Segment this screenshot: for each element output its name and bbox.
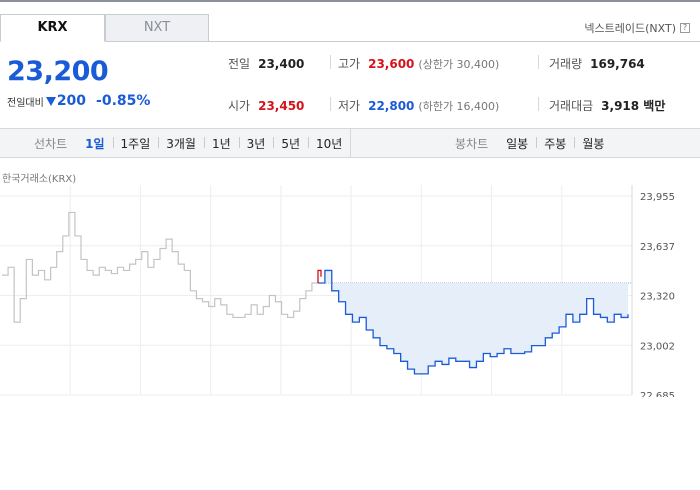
candle-chart-periods: 봉차트 일봉 주봉 월봉 bbox=[455, 129, 612, 157]
question-icon[interactable]: ? bbox=[680, 23, 690, 33]
y-tick-label: 22,685 bbox=[640, 391, 675, 397]
down-triangle-icon bbox=[45, 96, 56, 106]
candle-daily[interactable]: 일봉 bbox=[498, 135, 536, 152]
price-chart[interactable]: 23,955 23,637 23,320 23,002 22,685 bbox=[0, 185, 700, 397]
stat-value: 23,400 bbox=[258, 57, 305, 71]
stat-label: 거래량 bbox=[549, 57, 583, 71]
stat-low: 저가 22,800 (하한가 16,400) bbox=[338, 97, 499, 114]
period-3y[interactable]: 3년 bbox=[238, 135, 274, 152]
stat-high: 고가 23,600 (상한가 30,400) bbox=[338, 55, 499, 72]
chart-caption: 한국거래소(KRX) bbox=[2, 174, 77, 185]
line-chart-periods: 선차트 1일 1주일 3개월 1년 3년 5년 10년 bbox=[34, 129, 350, 157]
stat-sub: (상한가 30,400) bbox=[418, 58, 500, 71]
candle-monthly[interactable]: 월봉 bbox=[574, 135, 612, 152]
chart-period-bar: 선차트 1일 1주일 3개월 1년 3년 5년 10년 봉차트 일봉 주봉 월봉 bbox=[0, 128, 700, 158]
stat-value: 23,450 bbox=[258, 99, 305, 113]
market-tabs: KRX NXT bbox=[0, 14, 209, 42]
period-1w[interactable]: 1주일 bbox=[112, 135, 159, 152]
y-tick-label: 23,320 bbox=[640, 292, 675, 303]
stat-prev-close: 전일 23,400 bbox=[228, 55, 304, 72]
stat-open: 시가 23,450 bbox=[228, 97, 304, 114]
stat-label: 전일 bbox=[228, 57, 251, 71]
nextrade-label[interactable]: 넥스트레이드(NXT) bbox=[584, 20, 676, 36]
stat-label: 거래대금 bbox=[549, 99, 594, 113]
tab-krx[interactable]: KRX bbox=[0, 14, 105, 42]
period-5y[interactable]: 5년 bbox=[273, 135, 308, 152]
period-3m[interactable]: 3개월 bbox=[158, 135, 204, 152]
stat-label: 시가 bbox=[228, 99, 251, 113]
stat-label: 저가 bbox=[338, 99, 361, 113]
y-tick-label: 23,637 bbox=[640, 242, 675, 253]
tab-nxt[interactable]: NXT bbox=[105, 14, 209, 42]
stat-volume: 거래량 169,764 bbox=[549, 55, 645, 72]
period-1y[interactable]: 1년 bbox=[203, 135, 239, 152]
candle-weekly[interactable]: 주봉 bbox=[536, 135, 574, 152]
stat-value: 22,800 bbox=[368, 99, 415, 113]
stat-sub: (하한가 16,400) bbox=[418, 100, 500, 113]
stat-value: 3,918 백만 bbox=[601, 99, 666, 113]
divider bbox=[538, 97, 539, 111]
period-10y[interactable]: 10년 bbox=[308, 135, 350, 152]
y-tick-label: 23,955 bbox=[640, 192, 675, 203]
price-change: 전일대비 200 -0.85% bbox=[7, 93, 150, 109]
stat-trade-amount: 거래대금 3,918 백만 bbox=[549, 97, 665, 114]
y-tick-label: 23,002 bbox=[640, 341, 675, 352]
stat-label: 고가 bbox=[338, 57, 361, 71]
nextrade-link[interactable]: 넥스트레이드(NXT) ? bbox=[584, 20, 690, 36]
top-border bbox=[0, 0, 700, 2]
period-1d[interactable]: 1일 bbox=[77, 135, 112, 152]
candle-chart-label: 봉차트 bbox=[455, 136, 489, 151]
divider bbox=[330, 97, 331, 111]
change-amount: 200 bbox=[56, 93, 87, 109]
stat-value: 23,600 bbox=[368, 57, 415, 71]
divider bbox=[330, 55, 331, 69]
change-label: 전일대비 bbox=[7, 97, 44, 109]
divider bbox=[538, 55, 539, 69]
line-chart-label: 선차트 bbox=[34, 136, 68, 151]
current-price: 23,200 bbox=[7, 56, 109, 87]
stat-value: 169,764 bbox=[590, 57, 645, 71]
change-percent: -0.85% bbox=[96, 93, 151, 109]
tab-divider bbox=[209, 41, 700, 42]
divider bbox=[350, 129, 351, 157]
